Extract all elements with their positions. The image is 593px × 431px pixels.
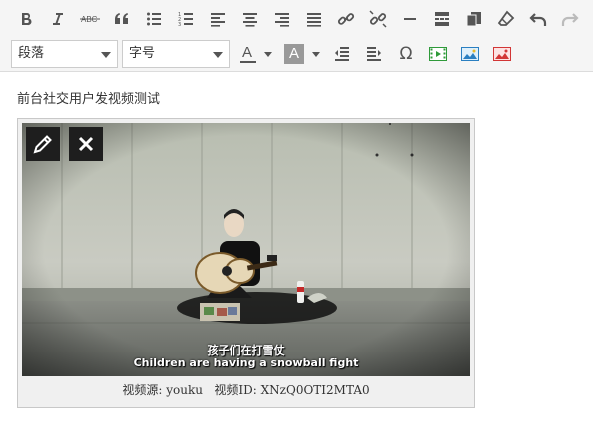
redo-icon xyxy=(561,13,579,26)
eraser-icon xyxy=(497,10,515,26)
insert-video-button[interactable] xyxy=(424,40,452,68)
bold-button[interactable] xyxy=(12,5,40,33)
horizontal-line-icon xyxy=(404,18,416,20)
remove-video-button[interactable] xyxy=(69,127,103,161)
horizontal-line-button[interactable] xyxy=(396,5,424,33)
paragraph-format-select[interactable]: 段落 xyxy=(11,40,118,68)
redo-button[interactable] xyxy=(556,5,584,33)
background-color-button[interactable]: A xyxy=(282,40,306,68)
italic-icon xyxy=(53,13,63,25)
video-subtitle-english: Children are having a snowball fight xyxy=(133,356,359,369)
insert-image-button[interactable] xyxy=(456,40,484,68)
align-center-button[interactable] xyxy=(236,5,264,33)
video-source-caption: 视频源: youku 视频ID: XNzQ0OTI2MTA0 xyxy=(122,383,370,397)
link-icon xyxy=(337,13,355,25)
video-icon xyxy=(429,47,447,61)
paste-icon xyxy=(466,12,481,27)
bullet-list-icon xyxy=(147,12,161,26)
remove-link-button[interactable] xyxy=(364,5,392,33)
blockquote-button[interactable] xyxy=(108,5,136,33)
read-more-button[interactable] xyxy=(428,5,456,33)
numbered-list-icon: 123 xyxy=(178,12,193,27)
close-icon xyxy=(78,136,94,152)
undo-icon xyxy=(529,13,547,26)
background-color-icon: A xyxy=(284,44,304,64)
bullet-list-button[interactable] xyxy=(140,5,168,33)
text-color-button[interactable]: A xyxy=(236,40,260,68)
chevron-down-icon xyxy=(264,51,272,57)
text-color-dropdown[interactable] xyxy=(260,40,276,68)
undo-button[interactable] xyxy=(524,5,552,33)
chevron-down-icon xyxy=(312,51,320,57)
font-size-select[interactable]: 字号 xyxy=(122,40,230,68)
text-color-swatch xyxy=(240,61,256,63)
background-color-letter: A xyxy=(289,45,300,62)
pencil-icon xyxy=(33,135,52,154)
video-thumbnail[interactable]: 孩子们在打雪仗 Children are having a snowball f… xyxy=(22,123,470,376)
text-color-letter: A xyxy=(242,44,253,61)
gallery-icon xyxy=(493,47,511,61)
paste-text-button[interactable] xyxy=(460,5,488,33)
justify-icon xyxy=(307,13,321,27)
omega-icon: Ω xyxy=(399,44,413,64)
edit-video-button[interactable] xyxy=(26,127,60,161)
video-embed[interactable]: 孩子们在打雪仗 Children are having a snowball f… xyxy=(17,118,475,408)
insert-gallery-button[interactable] xyxy=(488,40,516,68)
image-icon xyxy=(461,47,479,61)
content-paragraph: 前台社交用户发视频测试 xyxy=(17,92,161,107)
outdent-button[interactable] xyxy=(328,40,356,68)
align-left-button[interactable] xyxy=(204,5,232,33)
clear-format-button[interactable] xyxy=(492,5,520,33)
text-color-icon: A xyxy=(240,44,256,64)
toolbar-row-1: ABC 123 xyxy=(0,5,593,39)
unlink-icon xyxy=(369,10,387,28)
align-center-icon xyxy=(243,13,257,27)
strikethrough-icon: ABC xyxy=(80,15,100,24)
toolbar-row-2: 段落 字号 A A Ω xyxy=(0,37,593,71)
numbered-list-button[interactable]: 123 xyxy=(172,5,200,33)
editor-content[interactable]: 前台社交用户发视频测试 孩子们在打雪仗 Children are having … xyxy=(0,73,593,431)
align-left-icon xyxy=(211,13,225,27)
special-character-button[interactable]: Ω xyxy=(392,40,420,68)
insert-link-button[interactable] xyxy=(332,5,360,33)
indent-icon xyxy=(367,47,381,61)
outdent-icon xyxy=(335,47,349,61)
chevron-down-icon xyxy=(213,52,223,58)
svg-text:3: 3 xyxy=(178,22,181,27)
align-right-button[interactable] xyxy=(268,5,296,33)
read-more-icon xyxy=(435,12,449,26)
justify-button[interactable] xyxy=(300,5,328,33)
paragraph-format-value: 段落 xyxy=(18,46,45,61)
bold-icon xyxy=(22,13,32,26)
strikethrough-button[interactable]: ABC xyxy=(76,5,104,33)
background-color-dropdown[interactable] xyxy=(308,40,324,68)
editor-toolbar: ABC 123 段落 字号 A A Ω xyxy=(0,0,593,72)
align-right-icon xyxy=(275,13,289,27)
indent-button[interactable] xyxy=(360,40,388,68)
font-size-value: 字号 xyxy=(129,46,156,61)
italic-button[interactable] xyxy=(44,5,72,33)
chevron-down-icon xyxy=(101,52,111,58)
quote-icon xyxy=(115,13,128,24)
